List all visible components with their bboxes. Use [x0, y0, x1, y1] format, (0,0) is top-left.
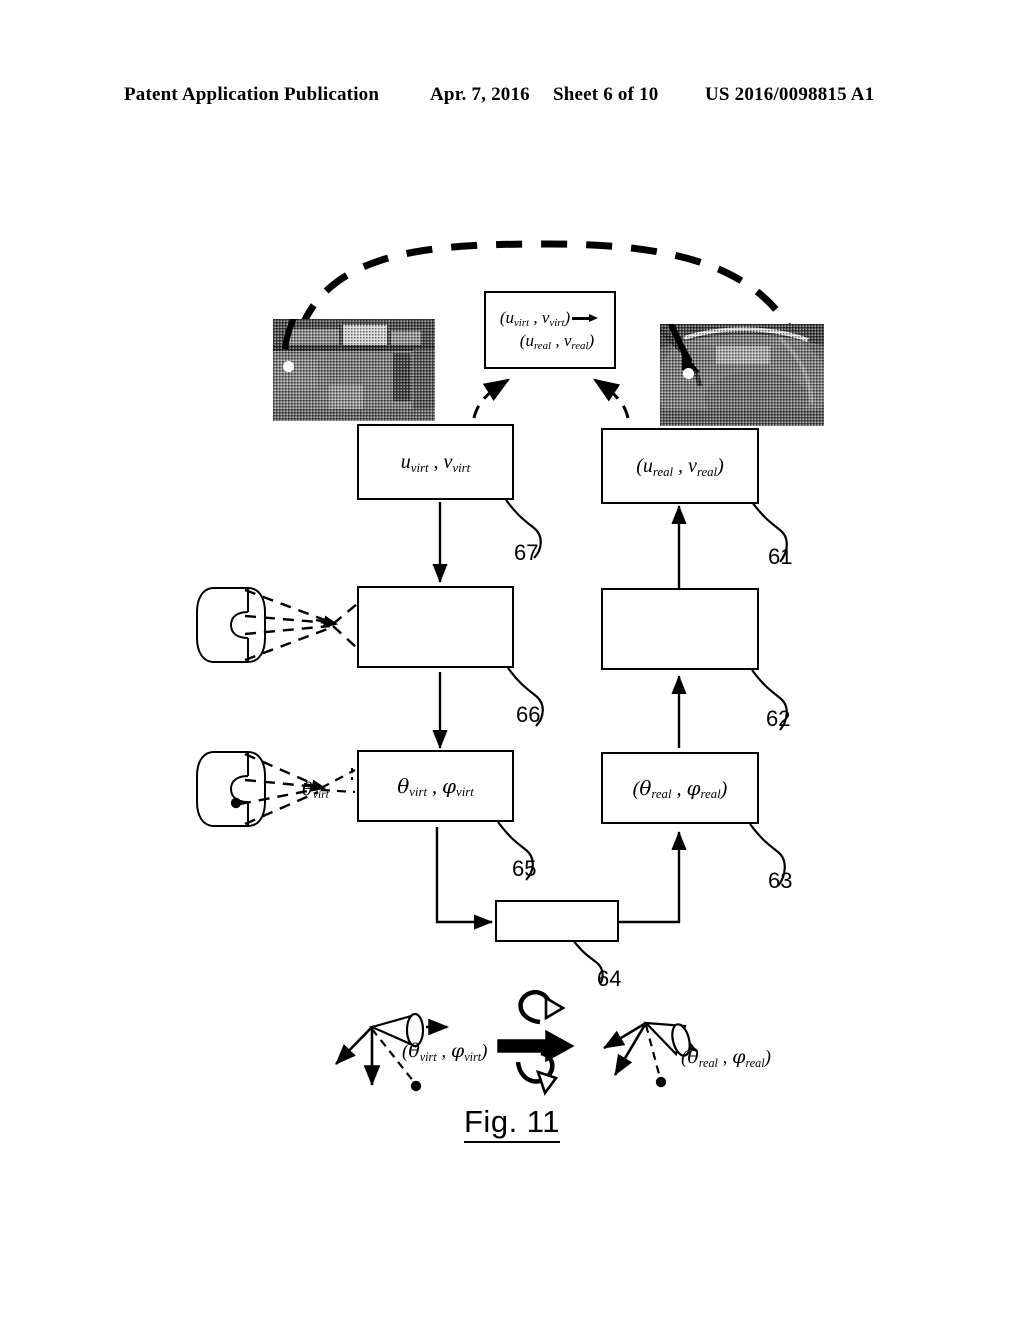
cylinder-projection-icon: [196, 587, 358, 663]
coordinate-conversion-box: (uvirt , vvirt) (ureal , vreal): [484, 291, 616, 369]
box-61-label: (ureal , vreal): [636, 455, 724, 479]
ref-number-65: 65: [512, 856, 537, 881]
conversion-input-expression: (uvirt , vvirt): [500, 307, 599, 330]
box-67-label: uvirt , vvirt: [400, 451, 471, 475]
box-63-label: (θreal , φreal): [632, 775, 728, 802]
box-65-virtual-angles: θvirt , φvirt: [357, 750, 514, 822]
box-67-virtual-pixel-coords: uvirt , vvirt: [357, 424, 514, 500]
box-61-real-pixel-coords: (ureal , vreal): [601, 428, 759, 504]
ref-number-64: 64: [597, 966, 622, 991]
thick-right-arrow-icon: [497, 1029, 575, 1063]
dashed-arrow-left-to-conversion: [472, 378, 511, 419]
virtual-rectilinear-image: [273, 319, 435, 421]
box-66-virtual-projection: [357, 586, 514, 668]
white-dot-marker-real: [683, 368, 694, 379]
right-arrow-icon: [572, 314, 599, 323]
coord-label-virtual: (θvirt , φvirt): [402, 1040, 488, 1064]
cylinder-projection-angle-icon: [196, 751, 356, 827]
figure-11-diagram: (uvirt , vvirt) (ureal , vreal) uvirt , …: [0, 0, 1024, 1320]
ref-number-67: 67: [514, 540, 539, 565]
dashed-arrow-right-to-conversion: [593, 378, 630, 419]
box-64-rotation-transform: [495, 900, 619, 942]
box-65-label: θvirt , φvirt: [397, 773, 474, 800]
real-fisheye-image: [660, 324, 824, 426]
theta-virt-angle-label: θvirt: [302, 779, 329, 802]
coord-label-real: (θreal , φreal): [681, 1046, 771, 1070]
white-dot-marker-virtual: [283, 361, 294, 372]
flow-connector-64-to-63: [619, 831, 687, 924]
figure-caption-text: Fig. 11: [464, 1104, 560, 1143]
box-63-real-angles: (θreal , φreal): [601, 752, 759, 824]
flow-connector-65-to-64: [435, 827, 493, 930]
box-62-real-projection: [601, 588, 759, 670]
figure-caption: Fig. 11: [0, 1104, 1024, 1143]
ref-number-66: 66: [516, 702, 541, 727]
ref-number-61: 61: [768, 544, 793, 569]
ref-number-62: 62: [766, 706, 791, 731]
conversion-output-expression: (ureal , vreal): [519, 331, 595, 353]
ref-number-63: 63: [768, 868, 793, 893]
virtual-image-content: [273, 319, 435, 421]
